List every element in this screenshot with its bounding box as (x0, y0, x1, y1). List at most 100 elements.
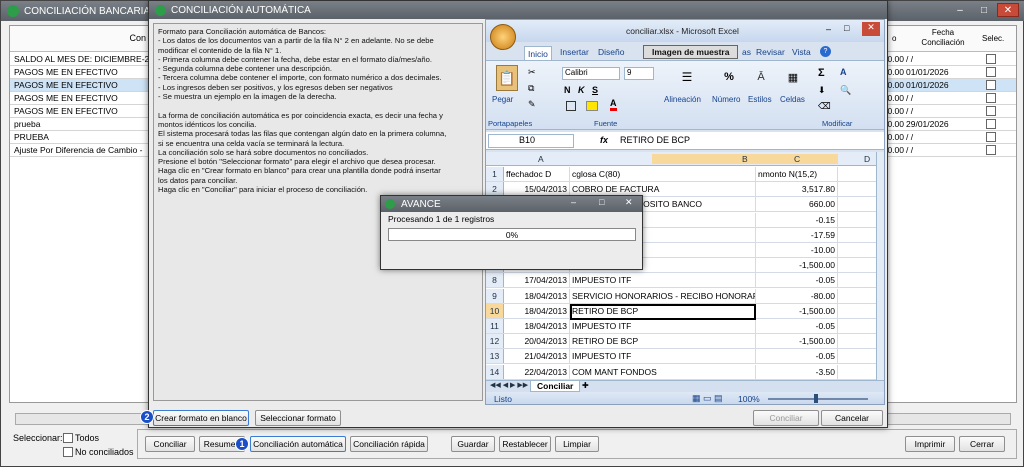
imprimir-button[interactable]: Imprimir (905, 436, 955, 452)
main-minimize-button[interactable]: – (949, 3, 971, 17)
excel-ribbon: 📋 Pegar ✂ ⧉ ✎ Portapapeles Calibri 9 N K… (486, 60, 884, 130)
alineacion-label: Alineación (664, 95, 701, 104)
cell-c: -3.50 (756, 364, 838, 379)
col-header-d: D (864, 154, 871, 164)
instruction-line: Presione el botón "Seleccionar formato" … (158, 157, 436, 167)
grid-row[interactable]: PAGOS ME EN EFECTIVO (10, 79, 148, 92)
tab-vista: Vista (792, 47, 811, 57)
row-fecha-conciliacion: / / (906, 93, 914, 103)
sample-label: Imagen de muestra (643, 45, 739, 59)
restablecer-button[interactable]: Restablecer (499, 436, 551, 452)
progress-title-bar: AVANCE – □ ✕ (381, 196, 642, 212)
help-icon: ? (820, 46, 831, 57)
tab-inicio: Inicio (524, 46, 552, 61)
italic-icon: K (578, 85, 585, 95)
grid-row[interactable]: Ajuste Por Diferencia de Cambio - (10, 144, 148, 157)
grid-row[interactable]: PAGOS ME EN EFECTIVO (10, 105, 148, 118)
no-conciliados-checkbox[interactable] (63, 447, 73, 457)
cell-c: -10.00 (756, 243, 838, 257)
excel-status-bar: Listo ▦ ▭ ▤ 100% (486, 392, 884, 404)
autosum-icon: Σ (818, 67, 825, 79)
zoom-slider (768, 398, 868, 400)
seleccionar-label: Seleccionar: (13, 433, 63, 443)
row-select-checkbox[interactable] (986, 54, 996, 64)
sheet-row: 11 18/04/2013 IMPUESTO ITF -0.05 (486, 319, 876, 334)
font-name-box: Calibri (562, 67, 620, 80)
sheet-nav-icons: ◀◀ ◀ ▶ ▶▶ (490, 382, 529, 389)
progress-message: Procesando 1 de 1 registros (388, 214, 495, 224)
conciliacion-rapida-button[interactable]: Conciliación rápida (350, 436, 428, 452)
sheet-row: 1 ffechadoc Dcglosa C(80) nmonto N(15,2) (486, 167, 876, 182)
right-grid-row[interactable]: 0.00/ / (886, 144, 1016, 157)
right-grid-header: o Fecha Conciliación Selec. (886, 26, 1016, 52)
cerrar-button[interactable]: Cerrar (959, 436, 1005, 452)
progress-minimize-button[interactable]: – (571, 197, 576, 207)
progress-percent: 0% (505, 230, 519, 240)
borders-icon (566, 101, 576, 111)
cell-c: -80.00 (756, 288, 838, 303)
right-grid-row[interactable]: 0.00 01/01/2026 (886, 66, 1016, 79)
right-grid-row[interactable]: 0.00 01/01/2026 (886, 79, 1016, 92)
auto-dialog-logo-icon (155, 4, 166, 16)
row-select-checkbox[interactable] (986, 145, 996, 155)
main-maximize-button[interactable]: □ (973, 3, 995, 17)
conciliar-button[interactable]: Conciliar (145, 436, 195, 452)
right-grid-row[interactable]: 0.00/ / (886, 53, 1016, 66)
cell-c: -1,500.00 (756, 303, 838, 318)
grid-row[interactable]: PAGOS ME EN EFECTIVO (10, 92, 148, 105)
row-select-checkbox[interactable] (986, 93, 996, 103)
right-grid-row[interactable]: 0.00/ / (886, 105, 1016, 118)
todos-checkbox[interactable] (63, 433, 73, 443)
crear-formato-button[interactable]: Crear formato en blanco (153, 410, 249, 426)
dialog-conciliar-button[interactable]: Conciliar (753, 410, 819, 426)
celdas-label: Celdas (780, 95, 805, 104)
cell-c: -1,500.00 (756, 258, 838, 273)
main-close-button[interactable]: ✕ (997, 3, 1019, 17)
cell-a: 22/04/2013 (504, 364, 570, 379)
guardar-button[interactable]: Guardar (451, 436, 495, 452)
instruction-line: - Tercera columna debe contener el impor… (158, 73, 442, 83)
row-fecha-conciliacion: / / (906, 54, 914, 64)
row-select-checkbox[interactable] (986, 132, 996, 142)
tab-datos-partial: as (742, 47, 751, 57)
progress-close-button[interactable]: ✕ (625, 197, 633, 208)
row-fecha-conciliacion: 01/01/2026 (906, 67, 949, 77)
cell-a: 18/04/2013 (504, 319, 570, 333)
row-number: 12 (486, 334, 504, 349)
portapapeles-label: Portapapeles (488, 119, 533, 128)
seleccionar-formato-button[interactable]: Seleccionar formato (255, 410, 341, 426)
grid-row-description: SALDO AL MES DE: DICIEMBRE-20 (14, 54, 148, 64)
selec-header: Selec. (982, 34, 1005, 43)
cell-c: 660.00 (756, 197, 838, 212)
row-select-checkbox[interactable] (986, 67, 996, 77)
grid-row[interactable]: PAGOS ME EN EFECTIVO (10, 66, 148, 79)
right-grid-row[interactable]: 0.00/ / (886, 131, 1016, 144)
dialog-cancelar-button[interactable]: Cancelar (821, 410, 883, 426)
row-select-checkbox[interactable] (986, 119, 996, 129)
grid-row[interactable]: prueba (10, 118, 148, 131)
row-select-checkbox[interactable] (986, 80, 996, 90)
tab-diseno: Diseño (598, 47, 625, 57)
conciliacion-automatica-button[interactable]: Conciliación automática (250, 436, 346, 452)
right-grid-row[interactable]: 00.0029/01/2026 (886, 118, 1016, 131)
grid-row[interactable]: PRUEBA (10, 131, 148, 144)
instruction-line: El sistema procesará todas las filas que… (158, 129, 447, 139)
status-text: Listo (494, 394, 512, 404)
right-grid-row[interactable]: 0.00/ / (886, 92, 1016, 105)
cell-c: 3,517.80 (756, 182, 838, 197)
instruction-line: - Segunda columna debe contener una desc… (158, 64, 332, 74)
active-cell-border (570, 304, 756, 320)
col-header-c: C (794, 154, 801, 164)
progress-maximize-button[interactable]: □ (599, 197, 604, 207)
instruction-line: Haga clic en "Crear formato en blanco" p… (158, 166, 441, 176)
limpiar-button[interactable]: Limpiar (555, 436, 599, 452)
excel-close-icon: ✕ (862, 22, 880, 36)
row-select-checkbox[interactable] (986, 106, 996, 116)
instruction-line: montos idénticos los concilia. (158, 119, 257, 129)
excel-title-bar: conciliar.xlsx - Microsoft Excel – □ ✕ (486, 20, 884, 50)
cell-b: RETIRO DE BCP (570, 334, 756, 349)
row-number: 11 (486, 319, 504, 333)
grid-row[interactable]: SALDO AL MES DE: DICIEMBRE-20 (10, 53, 148, 66)
row-amount: 0.00 (887, 80, 904, 90)
grid-row-description: prueba (14, 119, 41, 129)
